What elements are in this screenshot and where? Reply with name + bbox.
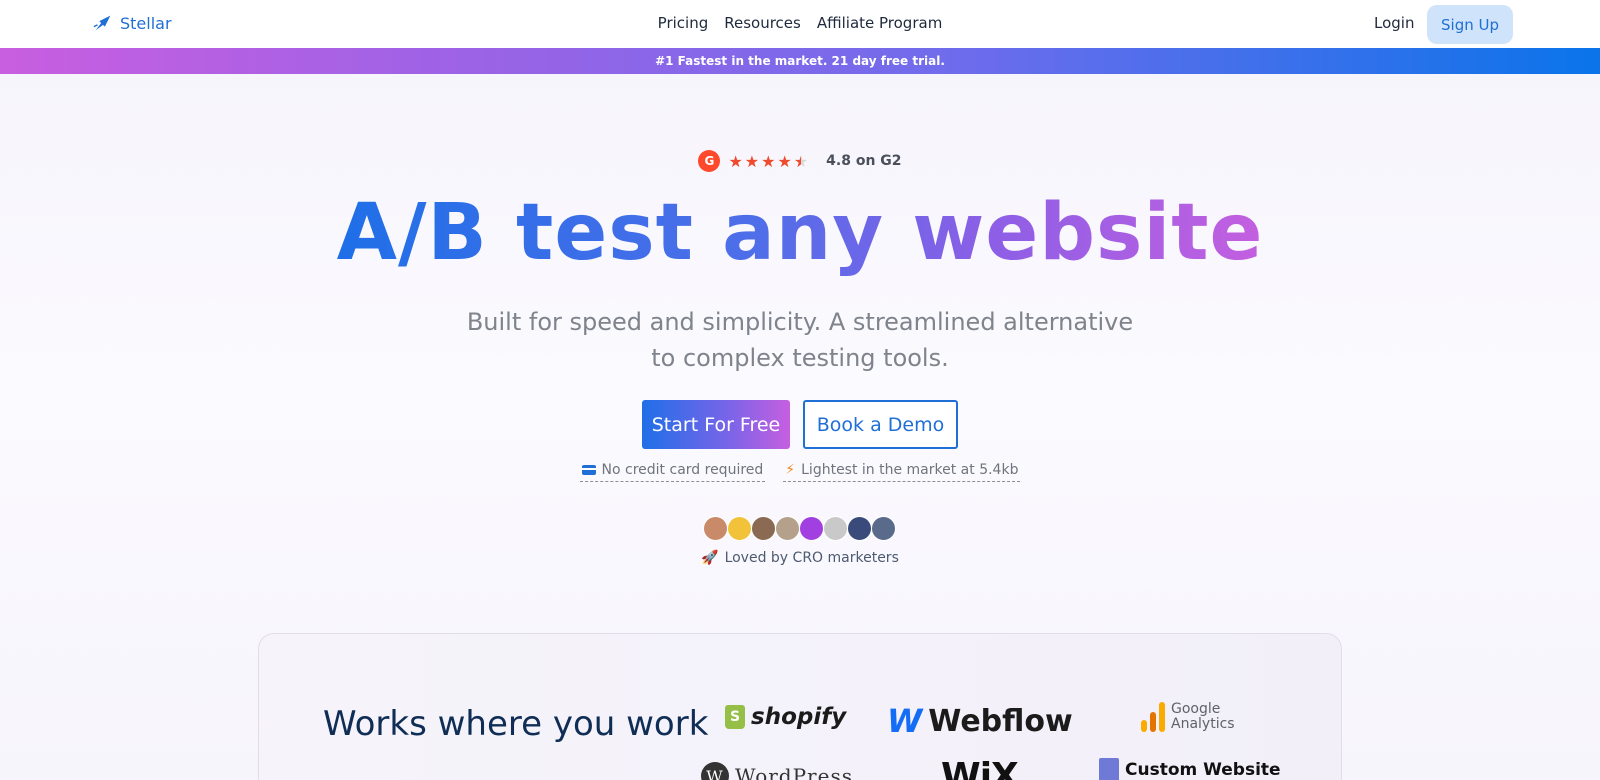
wix-wordmark: WiX xyxy=(941,756,1019,780)
custom-website-logo: Custom Website xyxy=(1099,758,1281,780)
customer-avatars xyxy=(0,516,1600,541)
shopify-wordmark: shopify xyxy=(751,704,847,730)
hero-title-text: A/B test any website xyxy=(336,188,1264,278)
avatar xyxy=(871,516,896,541)
webflow-w-icon: W xyxy=(887,702,923,740)
menu-item-pricing[interactable]: Pricing xyxy=(658,14,709,32)
credit-card-icon xyxy=(581,465,596,475)
avatar xyxy=(727,516,752,541)
loved-text: Loved by CRO marketers xyxy=(724,550,899,566)
google-analytics-logo: Google Analytics xyxy=(1141,702,1235,732)
wix-logo: WiX xyxy=(941,756,1019,780)
star-icon: ★ xyxy=(728,151,743,171)
avatar xyxy=(775,516,800,541)
g2-rating: G ★ ★ ★ ★ ★ 4.8 on G2 xyxy=(0,150,1600,172)
feature-no-credit-card[interactable]: No credit card required xyxy=(579,462,766,482)
shopify-logo: S shopify xyxy=(725,704,846,730)
analytics-bars-icon xyxy=(1141,702,1165,732)
rating-text: 4.8 on G2 xyxy=(826,153,902,169)
loved-by: 🚀 Loved by CRO marketers xyxy=(0,550,1600,566)
star-icon: ★ xyxy=(777,151,792,171)
promo-banner: #1 Fastest in the market. 21 day free tr… xyxy=(0,48,1600,74)
hero-title: A/B test any website xyxy=(0,188,1600,278)
feature-lightest[interactable]: ⚡ Lightest in the market at 5.4kb xyxy=(783,462,1021,482)
custom-website-label: Custom Website xyxy=(1125,760,1281,780)
feature-label: Lightest in the market at 5.4kb xyxy=(801,462,1019,478)
star-rating: ★ ★ ★ ★ ★ xyxy=(728,152,808,171)
integrations-title: Works where you work xyxy=(323,704,709,744)
wordpress-w-icon: W xyxy=(701,762,729,780)
start-for-free-button[interactable]: Start For Free xyxy=(642,400,790,449)
avatar xyxy=(703,516,728,541)
document-icon xyxy=(1099,758,1119,780)
wordpress-logo: W WordPress xyxy=(701,762,853,780)
banner-text: #1 Fastest in the market. 21 day free tr… xyxy=(655,54,945,68)
shopify-bag-icon: S xyxy=(725,705,745,729)
menu-item-affiliate-program[interactable]: Affiliate Program xyxy=(817,14,942,32)
book-demo-button[interactable]: Book a Demo xyxy=(803,400,958,449)
hero-subtitle: Built for speed and simplicity. A stream… xyxy=(0,304,1600,376)
avatar xyxy=(751,516,776,541)
feature-label: No credit card required xyxy=(601,462,764,478)
main-menu: Pricing Resources Affiliate Program xyxy=(0,14,1600,32)
avatar xyxy=(847,516,872,541)
cta-row: Start For Free Book a Demo xyxy=(0,400,1600,449)
ga-wordmark: Google Analytics xyxy=(1171,702,1235,732)
avatar xyxy=(823,516,848,541)
half-star-icon: ★ xyxy=(793,151,809,171)
rocket-icon: 🚀 xyxy=(701,550,719,566)
login-link[interactable]: Login xyxy=(1374,14,1414,32)
top-nav: Stellar Pricing Resources Affiliate Prog… xyxy=(0,0,1600,48)
ga-line-1: Google xyxy=(1171,701,1221,717)
lightning-icon: ⚡ xyxy=(785,462,796,478)
star-icon: ★ xyxy=(761,151,776,171)
wordpress-wordmark: WordPress xyxy=(735,764,853,780)
feature-row: No credit card required ⚡ Lightest in th… xyxy=(0,462,1600,482)
integrations-section: Works where you work S shopify W Webflow… xyxy=(258,633,1342,780)
avatar xyxy=(799,516,824,541)
webflow-wordmark: Webflow xyxy=(928,703,1073,739)
ga-line-2: Analytics xyxy=(1171,716,1235,732)
subtitle-line-1: Built for speed and simplicity. A stream… xyxy=(466,308,1134,336)
signup-button[interactable]: Sign Up xyxy=(1427,5,1513,44)
subtitle-line-2: to complex testing tools. xyxy=(651,344,949,372)
g2-logo-icon: G xyxy=(698,150,721,172)
menu-item-resources[interactable]: Resources xyxy=(724,14,801,32)
star-icon: ★ xyxy=(744,151,760,171)
webflow-logo: W Webflow xyxy=(887,702,1073,740)
